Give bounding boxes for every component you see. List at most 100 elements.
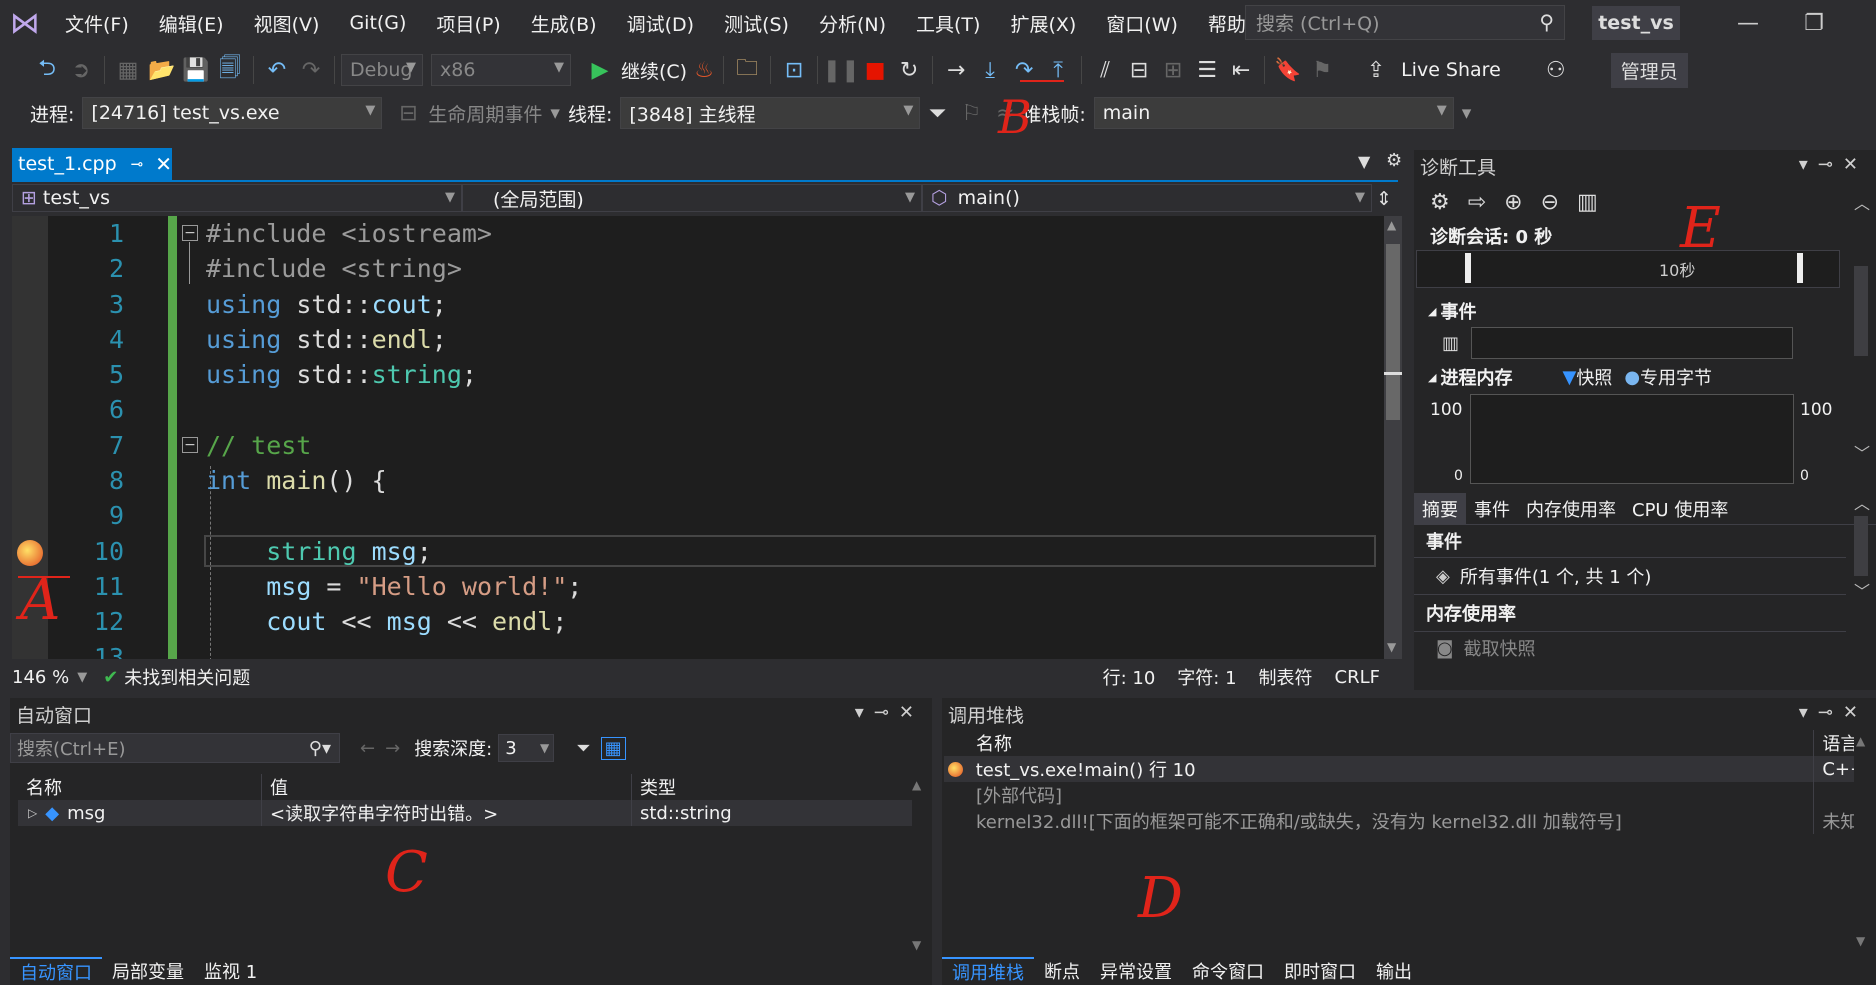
comment-icon[interactable]: ⊞ bbox=[1156, 53, 1190, 87]
scroll-down-icon[interactable]: ▼ bbox=[912, 938, 921, 952]
stop-icon[interactable]: ■ bbox=[858, 53, 892, 87]
continue-play-icon[interactable]: ▶ bbox=[583, 53, 617, 87]
new-item-icon[interactable]: ▦ bbox=[111, 53, 145, 87]
app-insights-icon[interactable]: ⊟ bbox=[1122, 53, 1156, 87]
bookmark-icon[interactable]: 🔖 bbox=[1271, 53, 1305, 87]
current-statement-breakpoint-icon[interactable] bbox=[17, 540, 43, 566]
global-search-input[interactable]: 搜索 (Ctrl+Q) ⚲ bbox=[1245, 5, 1565, 40]
column-language[interactable]: 语言 bbox=[1814, 730, 1854, 756]
tab-output[interactable]: 输出 bbox=[1366, 958, 1422, 984]
scroll-up-icon[interactable]: ▲ bbox=[1856, 734, 1865, 748]
menu-debug[interactable]: 调试(D) bbox=[612, 0, 709, 46]
memory-chart-area[interactable] bbox=[1470, 394, 1794, 484]
thread-flag-icon[interactable]: ⫽ bbox=[1088, 53, 1122, 87]
hot-reload-icon[interactable]: ♨ bbox=[691, 53, 717, 87]
tab-watch-1[interactable]: 监视 1 bbox=[194, 958, 267, 984]
menu-tools[interactable]: 工具(T) bbox=[901, 0, 995, 46]
collapse-toggle-icon[interactable]: − bbox=[182, 225, 198, 241]
table-row[interactable]: ▷ ◆ msg <读取字符串字符时出错。> std::string bbox=[18, 800, 912, 826]
timeline-end-handle[interactable] bbox=[1797, 253, 1803, 283]
restart-icon[interactable]: ↻ bbox=[892, 53, 926, 87]
filter-icon[interactable]: ⏷ bbox=[576, 738, 590, 759]
column-type[interactable]: 类型 bbox=[632, 774, 782, 800]
editor-vertical-scrollbar[interactable]: ▲ ▼ bbox=[1384, 216, 1402, 659]
table-row[interactable]: kernel32.dll![下面的框架可能不正确和/或缺失，没有为 kernel… bbox=[944, 808, 1854, 834]
screenshot-icon[interactable]: ⊡ bbox=[777, 53, 811, 87]
events-section-header[interactable]: ◢ 事件 bbox=[1414, 296, 1876, 326]
variable-value[interactable]: <读取字符串字符时出错。> bbox=[262, 800, 632, 826]
zoom-in-icon[interactable]: ⊕ bbox=[1504, 190, 1522, 215]
minimize-icon[interactable]: — bbox=[1722, 6, 1774, 40]
collapse-triangle-icon[interactable]: ◢ bbox=[1428, 305, 1436, 318]
indent-mode[interactable]: 制表符 bbox=[1259, 664, 1313, 690]
menu-git[interactable]: Git(G) bbox=[334, 0, 421, 46]
menu-file[interactable]: 文件(F) bbox=[50, 0, 144, 46]
menu-analyze[interactable]: 分析(N) bbox=[804, 0, 901, 46]
table-row[interactable]: [外部代码] bbox=[944, 782, 1854, 808]
search-depth-select[interactable]: 3 ▼ bbox=[498, 734, 555, 762]
frame-name[interactable]: test_vs.exe!main() 行 10 bbox=[968, 756, 1815, 782]
break-events-icon[interactable]: ▥ bbox=[1442, 333, 1459, 354]
line-ending[interactable]: CRLF bbox=[1335, 667, 1380, 688]
lifecycle-events-icon[interactable]: ⊟ bbox=[396, 96, 420, 130]
tab-exception-settings[interactable]: 异常设置 bbox=[1090, 958, 1182, 984]
zoom-out-icon[interactable]: ⊖ bbox=[1541, 190, 1559, 215]
filter-icon[interactable]: ⏷ bbox=[920, 96, 954, 130]
reset-view-icon[interactable]: ▥ bbox=[1577, 190, 1598, 215]
code-text[interactable]: #include <iostream> #include <string> us… bbox=[206, 216, 1376, 659]
table-row[interactable]: test_vs.exe!main() 行 10 C++ bbox=[944, 756, 1854, 782]
column-value[interactable]: 值 bbox=[262, 774, 632, 800]
menu-project[interactable]: 项目(P) bbox=[421, 0, 515, 46]
continue-button[interactable]: 继续(C) bbox=[621, 57, 687, 84]
panel-window-controls[interactable]: ▾⊸✕ bbox=[1799, 702, 1868, 723]
back-icon[interactable]: ⮌ bbox=[30, 53, 64, 87]
scroll-down-icon[interactable]: ﹀ bbox=[1854, 440, 1870, 464]
autos-scrollbar[interactable]: ▲ ▼ bbox=[912, 778, 928, 958]
callstack-scrollbar[interactable]: ▲ ▼ bbox=[1856, 734, 1872, 954]
expand-arrow-icon[interactable]: ▷ bbox=[28, 806, 37, 820]
tab-autos[interactable]: 自动窗口 bbox=[10, 957, 102, 985]
frame-name[interactable]: kernel32.dll![下面的框架可能不正确和/或缺失，没有为 kernel… bbox=[968, 808, 1815, 834]
tab-list-dropdown-icon[interactable]: ▼ bbox=[1358, 152, 1370, 171]
menu-build[interactable]: 生成(B) bbox=[516, 0, 612, 46]
function-nav-select[interactable]: ⬡ main() ▼ bbox=[922, 184, 1372, 212]
configuration-select[interactable]: Debug ▼ bbox=[341, 54, 423, 86]
manage-button[interactable]: 管理员 bbox=[1610, 52, 1688, 88]
timeline-ruler[interactable]: 10秒 bbox=[1416, 250, 1840, 288]
tab-command-window[interactable]: 命令窗口 bbox=[1182, 958, 1274, 984]
chevron-down-icon[interactable]: ▼ bbox=[77, 670, 87, 685]
menu-window[interactable]: 窗口(W) bbox=[1091, 0, 1193, 46]
close-icon[interactable]: ✕ bbox=[155, 152, 172, 176]
process-select[interactable]: [24716] test_vs.exe ▼ bbox=[82, 97, 383, 129]
all-events-row[interactable]: ◈ 所有事件(1 个, 共 1 个) bbox=[1414, 557, 1846, 595]
frame-name[interactable]: [外部代码] bbox=[968, 782, 1815, 808]
stackframe-select[interactable]: main ▼ bbox=[1093, 97, 1454, 129]
scroll-down-icon[interactable]: ▼ bbox=[1856, 934, 1865, 948]
scroll-up-icon[interactable]: ︿ bbox=[1854, 490, 1870, 514]
flag-threads-icon[interactable]: ⚐ bbox=[954, 96, 988, 130]
scroll-down-icon[interactable]: ﹀ bbox=[1854, 578, 1870, 602]
collapse-toggle-icon[interactable]: − bbox=[182, 437, 198, 453]
column-name[interactable]: 名称 bbox=[968, 730, 1815, 756]
thread-select[interactable]: [3848] 主线程 ▼ bbox=[620, 97, 921, 129]
scrollbar-thumb[interactable] bbox=[1854, 516, 1868, 576]
pause-icon[interactable]: ❚❚ bbox=[823, 53, 860, 87]
open-folder-icon[interactable]: 📂 bbox=[145, 53, 179, 87]
column-name[interactable]: 名称 bbox=[18, 774, 262, 800]
tab-call-stack[interactable]: 调用堆栈 bbox=[942, 957, 1034, 985]
zoom-level[interactable]: 146 % bbox=[12, 667, 69, 688]
scroll-down-icon[interactable]: ▼ bbox=[1387, 640, 1396, 654]
tab-locals[interactable]: 局部变量 bbox=[102, 958, 194, 984]
gear-icon[interactable]: ⚙ bbox=[1386, 150, 1402, 171]
scrollbar-thumb[interactable] bbox=[1854, 266, 1868, 356]
panel-window-controls[interactable]: ▾⊸✕ bbox=[1799, 154, 1868, 175]
export-icon[interactable]: ⇨ bbox=[1468, 190, 1486, 215]
outdent-icon[interactable]: ⇤ bbox=[1224, 53, 1258, 87]
scroll-up-icon[interactable]: ▲ bbox=[912, 778, 921, 792]
scrollbar-thumb[interactable] bbox=[1386, 244, 1400, 420]
tab-immediate-window[interactable]: 即时窗口 bbox=[1274, 958, 1366, 984]
clear-bookmarks-icon[interactable]: ⚑ bbox=[1305, 53, 1339, 87]
panel-window-controls[interactable]: ▾⊸✕ bbox=[855, 702, 924, 723]
save-all-icon[interactable]: 🗐 bbox=[213, 53, 247, 87]
scroll-up-icon[interactable]: ︿ bbox=[1854, 190, 1870, 214]
